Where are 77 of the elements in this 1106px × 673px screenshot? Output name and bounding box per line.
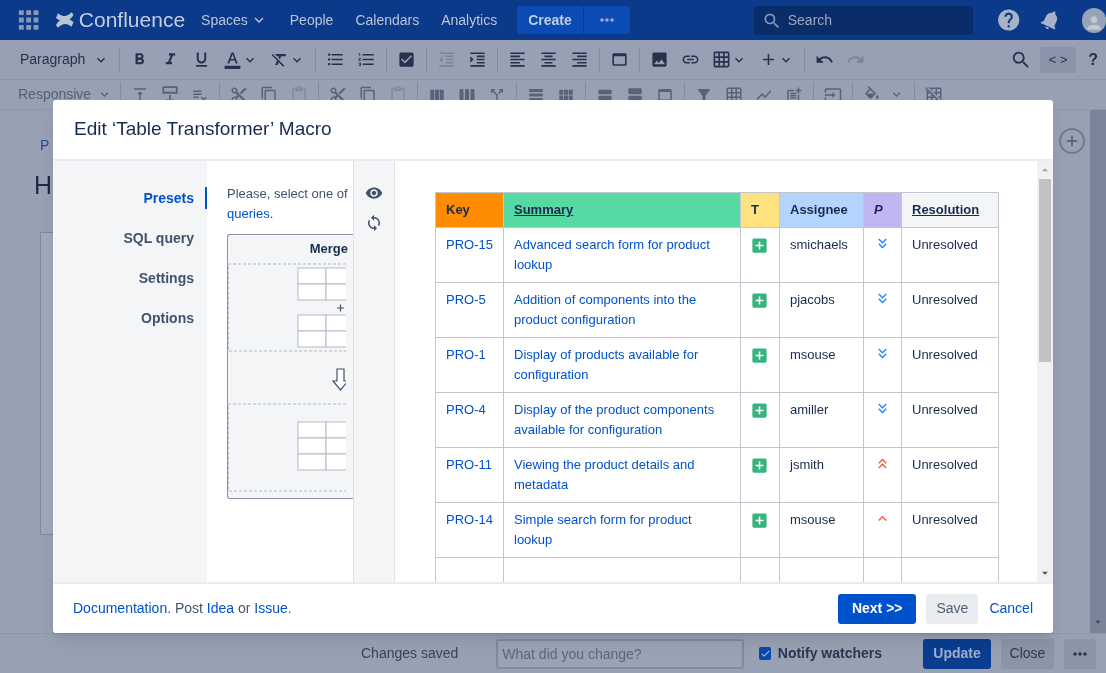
assignee-cell: jsmith <box>779 447 864 503</box>
resolution-cell: Unresolved <box>901 227 999 283</box>
more-button[interactable] <box>583 6 630 34</box>
preset-card[interactable]: Merge <box>227 234 353 499</box>
logo-icon <box>55 11 75 29</box>
refresh-icon[interactable] <box>365 214 383 232</box>
search-field[interactable]: Search <box>753 5 973 35</box>
nav-link[interactable]: Spaces <box>201 9 268 31</box>
preset-title: Merge <box>309 240 348 259</box>
sidebar-tab[interactable]: Settings <box>138 267 207 289</box>
more-icon <box>1073 651 1087 656</box>
help-icon[interactable] <box>995 7 1022 33</box>
update-button[interactable]: Update <box>923 638 992 669</box>
align-center-icon <box>539 50 559 69</box>
presets-intro: Please, select one of <box>227 185 349 203</box>
notify-label: Notify watchers <box>777 644 883 663</box>
column-header[interactable]: Summary <box>503 192 741 228</box>
sidebar-tab[interactable]: SQL query <box>123 227 207 249</box>
notify-checkbox[interactable] <box>759 647 771 660</box>
more-icon <box>599 18 614 22</box>
eye-icon[interactable] <box>365 184 383 202</box>
assignee-cell: msouse <box>779 337 864 393</box>
save-button[interactable]: Save <box>926 593 979 624</box>
paragraph-select[interactable]: Paragraph <box>14 44 116 75</box>
resolution-cell: Unresolved <box>901 282 999 338</box>
assignee-cell: smichaels <box>779 227 864 283</box>
product-name: Confluence <box>78 7 186 34</box>
text-color-icon <box>223 50 243 69</box>
column-header[interactable]: Assignee <box>779 192 864 228</box>
assignee-cell: amiller <box>779 392 864 448</box>
scrollbar-thumb[interactable] <box>1039 179 1051 362</box>
issue-key-link[interactable]: PRO-15 <box>446 237 493 252</box>
issue-link[interactable]: Issue <box>254 600 288 616</box>
checkbox-icon <box>397 50 417 69</box>
help-button[interactable]: ? <box>1088 47 1098 72</box>
column-header[interactable]: T <box>740 192 780 228</box>
column-header[interactable]: Resolution <box>901 192 999 228</box>
column-header[interactable]: P <box>863 192 902 228</box>
sidebar-tab[interactable]: Presets <box>143 187 207 209</box>
align-left-icon <box>508 50 528 69</box>
page-title: H <box>34 170 53 201</box>
cancel-link[interactable]: Cancel <box>989 598 1033 619</box>
footer-text: Documentation. Post Idea or Issue. <box>73 599 292 618</box>
save-status: Changes saved <box>361 644 459 663</box>
issue-key-link[interactable]: PRO-1 <box>446 347 486 362</box>
indent-icon <box>468 50 488 69</box>
issue-key-link[interactable]: PRO-14 <box>446 512 493 527</box>
resolution-cell: Unresolved <box>901 337 999 393</box>
layout-icon <box>610 50 630 69</box>
sidebar-tab[interactable]: Options <box>141 307 207 329</box>
assignee-cell: msouse <box>779 502 864 558</box>
nav-link[interactable]: Analytics <box>441 9 498 31</box>
resolution-cell: Unresolved <box>901 502 999 558</box>
comment-field[interactable]: What did you change? <box>496 638 745 669</box>
source-code-button[interactable]: < > <box>1040 46 1077 73</box>
resolution-cell: Unresolved <box>901 392 999 448</box>
nav-link[interactable]: Calendars <box>355 9 420 31</box>
table-icon <box>712 50 732 69</box>
align-right-icon <box>570 50 590 69</box>
issue-key-link[interactable]: PRO-4 <box>446 402 486 417</box>
image-icon <box>650 50 670 69</box>
outdent-icon <box>437 50 457 69</box>
dialog-title: Edit ‘Table Transformer’ Macro <box>74 117 332 142</box>
issue-key-link[interactable]: PRO-11 <box>446 457 492 472</box>
numbered-list-icon <box>357 50 377 69</box>
resolution-cell: Unresolved <box>901 447 999 503</box>
assignee-cell: pjacobs <box>779 282 864 338</box>
idea-link[interactable]: Idea <box>206 600 235 616</box>
more-button[interactable] <box>1064 638 1096 669</box>
avatar[interactable] <box>1081 7 1106 33</box>
column-header[interactable]: Key <box>435 192 504 228</box>
issue-key-link[interactable]: PRO-5 <box>446 292 486 307</box>
nav-link[interactable]: People <box>289 9 334 31</box>
queries-link[interactable]: queries. <box>227 204 353 224</box>
next-button[interactable]: Next >> <box>837 593 917 624</box>
close-button[interactable]: Close <box>1001 638 1054 669</box>
create-button[interactable]: Create <box>517 6 583 34</box>
